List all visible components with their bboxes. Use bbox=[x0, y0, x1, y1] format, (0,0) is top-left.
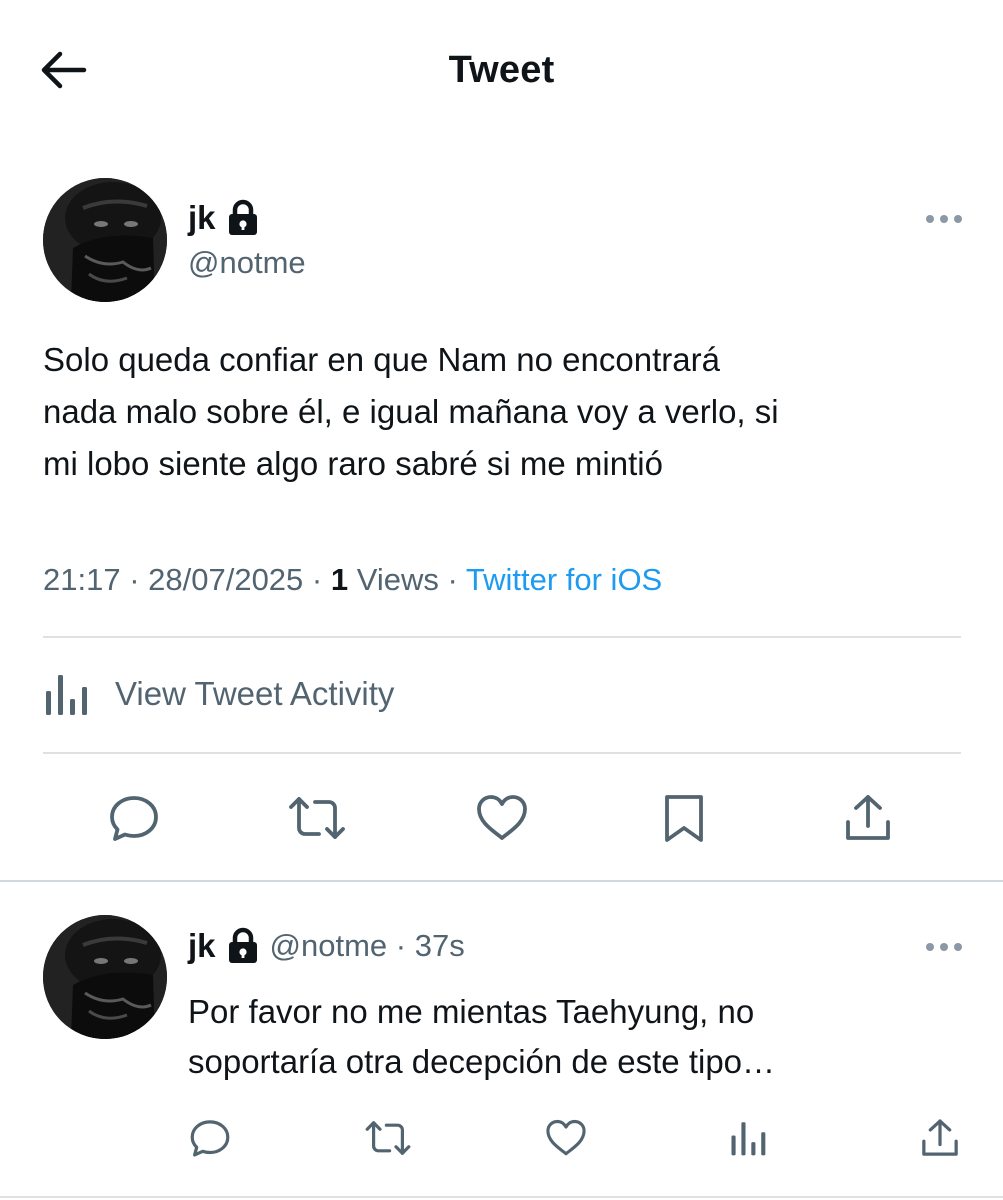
more-dot-icon bbox=[954, 943, 962, 951]
meta-separator: · bbox=[438, 562, 466, 597]
lock-icon bbox=[226, 927, 260, 965]
reply-retweet-button[interactable] bbox=[358, 1108, 418, 1168]
more-dot-icon bbox=[940, 215, 948, 223]
divider bbox=[43, 636, 961, 638]
more-dot-icon bbox=[940, 943, 948, 951]
reply-text: Por favor no me mientas Taehyung, no sop… bbox=[188, 993, 776, 1080]
share-icon bbox=[922, 1119, 958, 1156]
reply-separator: · bbox=[387, 928, 415, 963]
retweet-button[interactable] bbox=[287, 788, 347, 848]
analytics-icon bbox=[46, 675, 87, 715]
retweet-icon bbox=[365, 1121, 411, 1155]
source-link[interactable]: Twitter for iOS bbox=[466, 562, 662, 597]
like-icon bbox=[546, 1119, 586, 1156]
views-label[interactable]: Views bbox=[348, 562, 439, 597]
like-button[interactable] bbox=[472, 788, 532, 848]
views-count[interactable]: 1 bbox=[331, 562, 348, 597]
lock-icon bbox=[226, 199, 260, 237]
reply-avatar[interactable] bbox=[43, 915, 167, 1039]
bookmark-icon bbox=[665, 795, 703, 842]
reply-icon bbox=[190, 1120, 230, 1157]
more-dot-icon bbox=[954, 215, 962, 223]
like-icon bbox=[477, 795, 527, 840]
more-dot-icon bbox=[926, 943, 934, 951]
reply-time[interactable]: 37s bbox=[415, 928, 465, 963]
tweet-date: 28/07/2025 bbox=[148, 562, 304, 597]
reply-header: jk @notme · 37s bbox=[188, 922, 465, 970]
bottom-divider bbox=[0, 1196, 1003, 1198]
reply-views-button[interactable] bbox=[718, 1108, 778, 1168]
reply-handle[interactable]: @notme bbox=[270, 928, 388, 963]
display-name[interactable]: jk bbox=[188, 198, 216, 238]
share-button[interactable] bbox=[838, 788, 898, 848]
more-dot-icon bbox=[926, 215, 934, 223]
bookmark-button[interactable] bbox=[654, 788, 714, 848]
page-title: Tweet bbox=[448, 49, 555, 91]
reply-more-options-button[interactable] bbox=[926, 942, 962, 952]
divider bbox=[43, 752, 961, 754]
reply-button[interactable] bbox=[104, 788, 164, 848]
author-handle[interactable]: @notme bbox=[188, 243, 306, 283]
meta-separator: · bbox=[120, 562, 149, 597]
tweet-meta: 21:17 · 28/07/2025 · 1 Views · Twitter f… bbox=[43, 556, 662, 604]
view-tweet-activity-button[interactable]: View Tweet Activity bbox=[43, 664, 394, 724]
more-options-button[interactable] bbox=[926, 214, 962, 224]
views-icon bbox=[731, 1122, 766, 1156]
meta-separator: · bbox=[303, 562, 331, 597]
avatar[interactable] bbox=[43, 178, 167, 302]
tweet-text: Solo queda confiar en que Nam no encontr… bbox=[43, 341, 779, 482]
reply-reply-button[interactable] bbox=[180, 1108, 240, 1168]
share-icon bbox=[846, 795, 890, 840]
reply-icon bbox=[110, 796, 158, 841]
section-separator bbox=[0, 880, 1003, 882]
tweet-time: 21:17 bbox=[43, 562, 121, 597]
author-name-row: jk bbox=[188, 195, 260, 241]
reply-like-button[interactable] bbox=[536, 1108, 596, 1168]
reply-display-name[interactable]: jk bbox=[188, 926, 216, 966]
retweet-icon bbox=[289, 797, 345, 839]
reply-share-button[interactable] bbox=[910, 1108, 970, 1168]
activity-label: View Tweet Activity bbox=[115, 675, 395, 712]
